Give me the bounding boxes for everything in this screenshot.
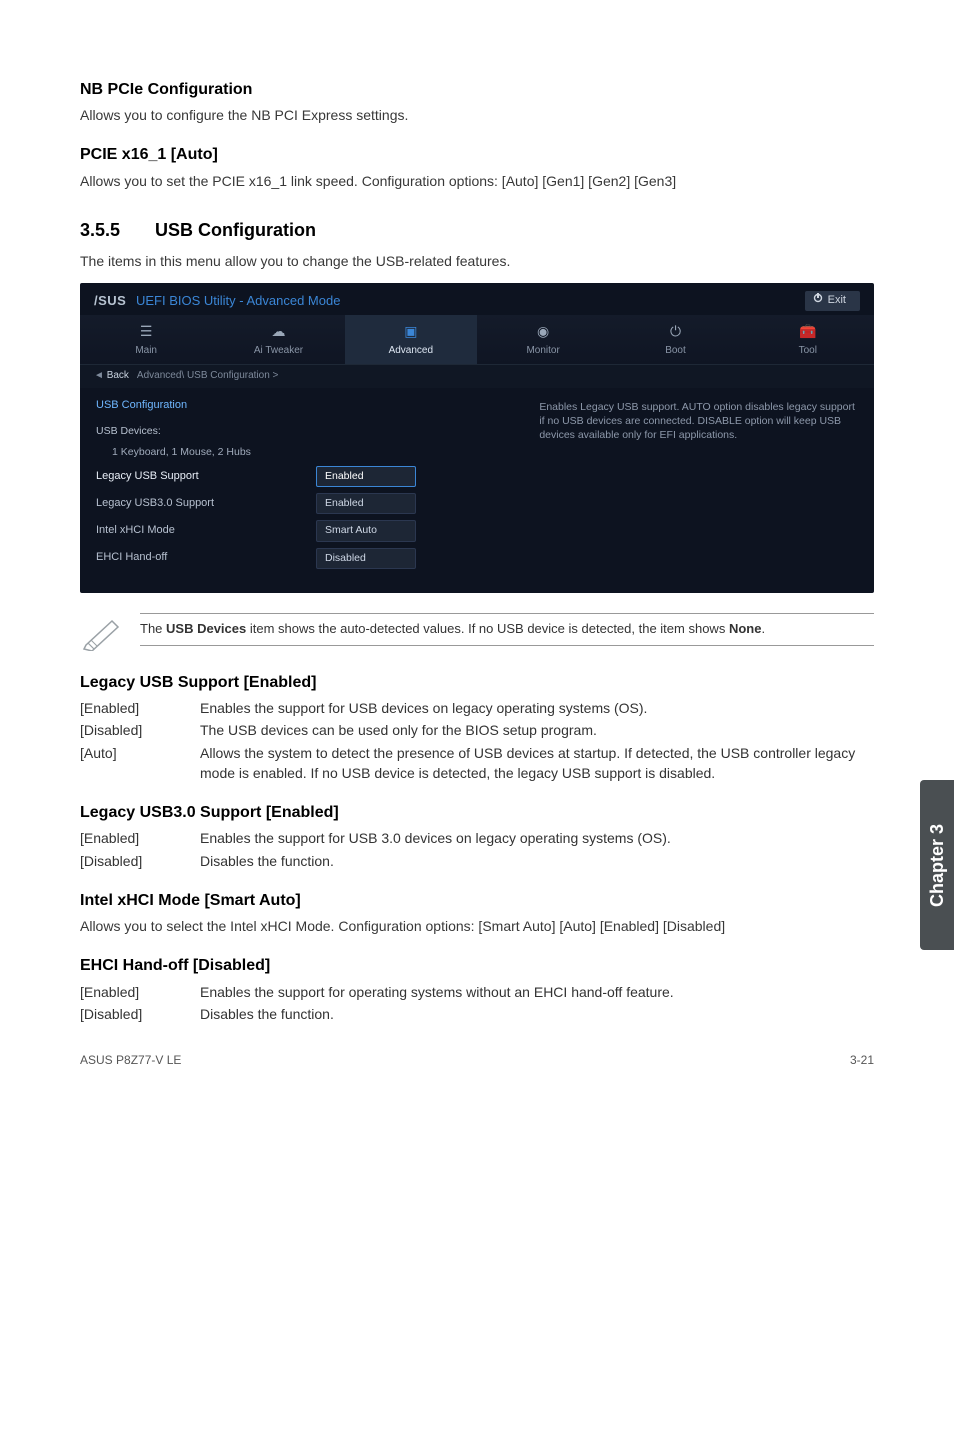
breadcrumb: ◄ Back Advanced\ USB Configuration > [80,365,874,388]
heading-legacy-usb3: Legacy USB3.0 Support [Enabled] [80,801,874,824]
tab-boot[interactable]: ⏻ Boot [609,315,741,364]
bios-title: UEFI BIOS Utility - Advanced Mode [136,293,340,308]
note-text: The USB Devices item shows the auto-dete… [140,613,874,646]
row-label: Legacy USB3.0 Support [96,496,306,512]
bios-logo: /SUS [94,293,126,308]
row-legacy-usb-support[interactable]: Legacy USB Support Enabled [96,466,515,487]
opt-row: [Auto] Allows the system to detect the p… [80,743,874,784]
desc-usb-config: The items in this menu allow you to chan… [80,251,874,271]
row-value[interactable]: Smart Auto [316,520,416,541]
breadcrumb-path: Advanced\ USB Configuration > [137,369,278,384]
power-icon: ⏻ [609,321,741,341]
desc-pcie-x16: Allows you to set the PCIE x16_1 link sp… [80,171,874,191]
section-title: USB Configuration [155,220,316,240]
row-value[interactable]: Disabled [316,548,416,569]
opt-val: Disables the function. [200,1004,874,1024]
opt-key: [Disabled] [80,720,200,740]
tab-label: Boot [665,345,686,356]
tab-label: Monitor [526,345,559,356]
bios-screenshot: /SUS UEFI BIOS Utility - Advanced Mode E… [80,283,874,592]
opt-val: Disables the function. [200,851,874,871]
opt-key: [Enabled] [80,828,200,848]
exit-button[interactable]: Exit [805,291,860,311]
desc-intel-xhci: Allows you to select the Intel xHCI Mode… [80,916,874,936]
section-number: 3.5.5 [80,217,150,243]
opt-val: Enables the support for USB devices on l… [200,698,874,718]
opt-key: [Disabled] [80,1004,200,1024]
back-label: Back [107,370,129,381]
opt-row: [Disabled] The USB devices can be used o… [80,720,874,740]
row-value[interactable]: Enabled [316,466,416,487]
opt-val: Allows the system to detect the presence… [200,743,874,784]
note-pre: The [140,621,166,636]
note-bold-1: USB Devices [166,621,246,636]
usb-devices-value: 1 Keyboard, 1 Mouse, 2 Hubs [96,445,515,460]
heading-ehci: EHCI Hand-off [Disabled] [80,954,874,977]
chip-icon: ▣ [345,321,477,341]
back-button[interactable]: ◄ Back [94,369,129,384]
row-label: Legacy USB Support [96,469,306,485]
row-label: Intel xHCI Mode [96,523,306,539]
tab-tool[interactable]: 🧰 Tool [742,315,874,364]
bios-tab-bar: ☰ Main ☁ Ai Tweaker ▣ Advanced ◉ Monitor ⏻ Bo… [80,315,874,365]
opt-val: The USB devices can be used only for the… [200,720,874,740]
exit-label: Exit [828,293,846,309]
desc-nb-pcie: Allows you to configure the NB PCI Expre… [80,105,874,125]
note-mid: item shows the auto-detected values. If … [246,621,729,636]
gauge-icon: ◉ [477,321,609,341]
opt-key: [Enabled] [80,698,200,718]
help-text: Enables Legacy USB support. AUTO option … [539,398,858,575]
row-label: EHCI Hand-off [96,550,306,566]
tab-main[interactable]: ☰ Main [80,315,212,364]
heading-legacy-usb: Legacy USB Support [Enabled] [80,671,874,694]
opt-row: [Enabled] Enables the support for operat… [80,982,874,1002]
pencil-icon [80,613,126,653]
note-post: . [761,621,765,636]
opt-key: [Enabled] [80,982,200,1002]
opt-val: Enables the support for operating system… [200,982,874,1002]
page-footer: ASUS P8Z77-V LE 3-21 [80,1052,874,1069]
row-intel-xhci-mode[interactable]: Intel xHCI Mode Smart Auto [96,520,515,541]
chapter-side-tab: Chapter 3 [920,780,954,950]
note-box: The USB Devices item shows the auto-dete… [80,613,874,653]
heading-pcie-x16: PCIE x16_1 [Auto] [80,143,874,166]
tool-icon: 🧰 [742,321,874,341]
group-title: USB Configuration [96,398,515,414]
tab-ai-tweaker[interactable]: ☁ Ai Tweaker [212,315,344,364]
row-ehci-handoff[interactable]: EHCI Hand-off Disabled [96,548,515,569]
tab-label: Ai Tweaker [254,345,303,356]
opt-row: [Enabled] Enables the support for USB 3.… [80,828,874,848]
tab-advanced[interactable]: ▣ Advanced [345,315,477,364]
row-value[interactable]: Enabled [316,493,416,514]
opt-key: [Disabled] [80,851,200,871]
back-arrow-icon: ◄ [94,370,104,381]
usb-devices-label: USB Devices: [96,424,515,439]
heading-nb-pcie: NB PCIe Configuration [80,78,874,101]
heading-intel-xhci: Intel xHCI Mode [Smart Auto] [80,889,874,912]
exit-icon [813,293,823,309]
tab-label: Main [135,345,157,356]
opt-key: [Auto] [80,743,200,784]
opt-row: [Disabled] Disables the function. [80,1004,874,1024]
opt-row: [Enabled] Enables the support for USB de… [80,698,874,718]
footer-left: ASUS P8Z77-V LE [80,1052,181,1069]
cloud-icon: ☁ [212,321,344,341]
footer-right: 3-21 [850,1052,874,1069]
tab-label: Tool [799,345,817,356]
heading-usb-config: 3.5.5 USB Configuration [80,217,874,243]
opt-row: [Disabled] Disables the function. [80,851,874,871]
tab-monitor[interactable]: ◉ Monitor [477,315,609,364]
opt-val: Enables the support for USB 3.0 devices … [200,828,874,848]
tab-label: Advanced [389,345,433,356]
list-icon: ☰ [80,321,212,341]
row-legacy-usb3-support[interactable]: Legacy USB3.0 Support Enabled [96,493,515,514]
note-bold-2: None [729,621,762,636]
